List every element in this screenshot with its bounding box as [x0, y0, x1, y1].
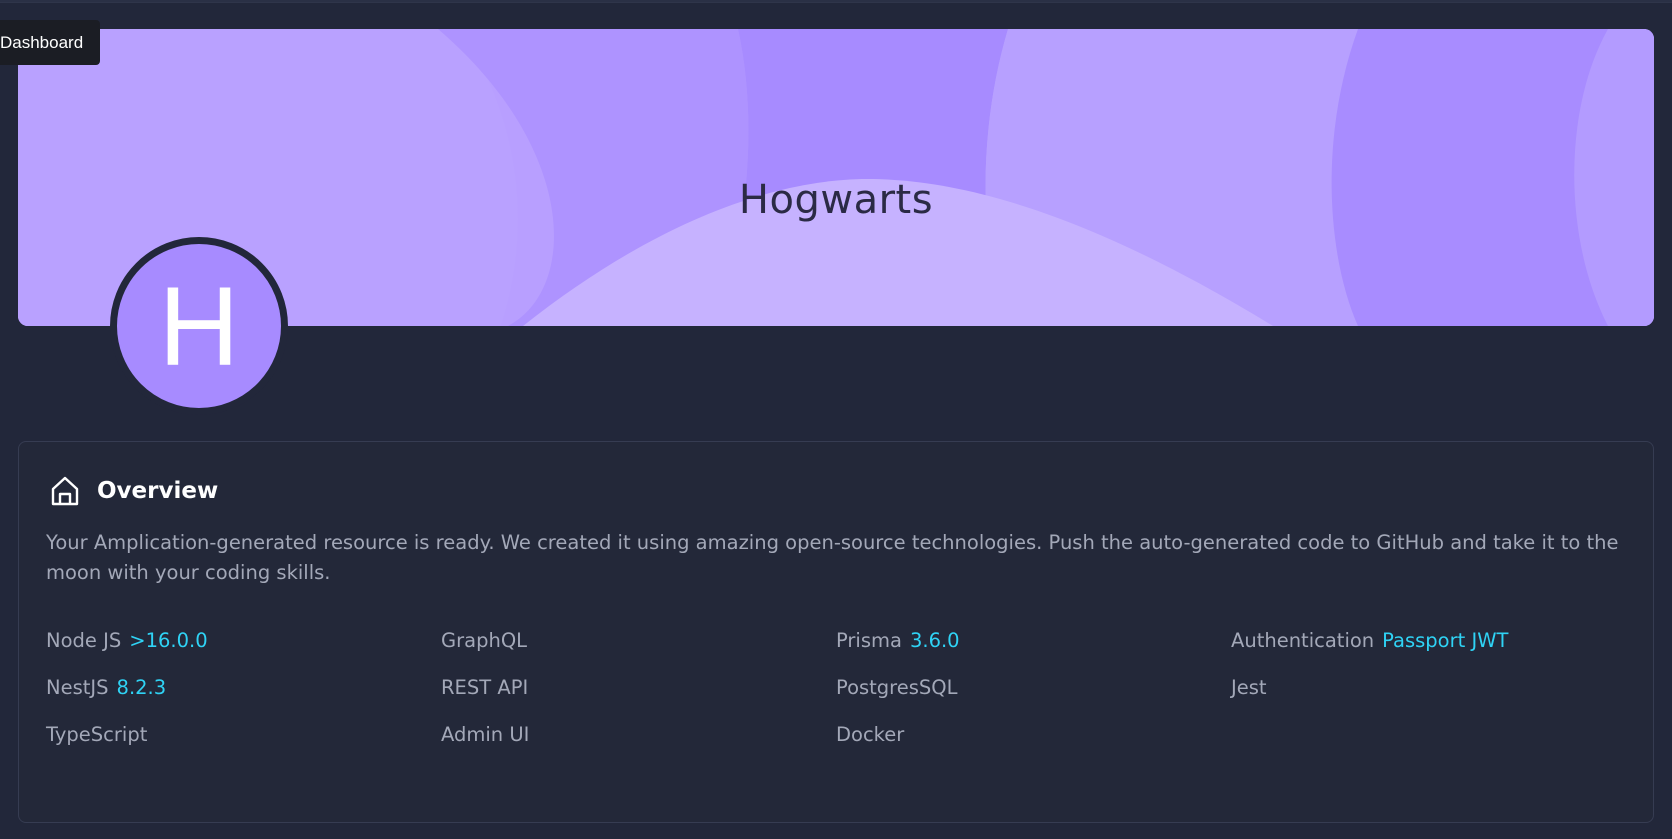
- tech-item-graphql: GraphQL: [441, 629, 528, 652]
- dashboard-tooltip: Dashboard: [0, 20, 100, 65]
- tech-item-jest: Jest: [1231, 676, 1267, 699]
- tech-item-authentication: Authentication Passport JWT: [1231, 629, 1509, 652]
- overview-description: Your Amplication-generated resource is r…: [46, 531, 1619, 584]
- overview-header: Overview: [49, 474, 218, 508]
- tech-item-typescript: TypeScript: [46, 723, 148, 746]
- tech-item-postgressql: PostgresSQL: [836, 676, 958, 699]
- tech-item-nestjs: NestJS 8.2.3: [46, 676, 167, 699]
- technology-grid: Node JS >16.0.0 GraphQL Prisma 3.6.0 Authe…: [46, 617, 1626, 758]
- home-icon: [49, 475, 81, 507]
- top-border: [0, 0, 1672, 3]
- tech-item-prisma: Prisma 3.6.0: [836, 629, 960, 652]
- tech-item-docker: Docker: [836, 723, 905, 746]
- resource-title: Hogwarts: [738, 177, 934, 223]
- tech-item-rest-api: REST API: [441, 676, 529, 699]
- overview-title: Overview: [97, 478, 219, 504]
- resource-avatar: H: [110, 237, 288, 415]
- tech-item-node-js: Node JS >16.0.0: [46, 629, 208, 652]
- overview-panel: Overview Your Amplication-generated reso…: [18, 441, 1654, 823]
- tech-item-admin-ui: Admin UI: [441, 723, 530, 746]
